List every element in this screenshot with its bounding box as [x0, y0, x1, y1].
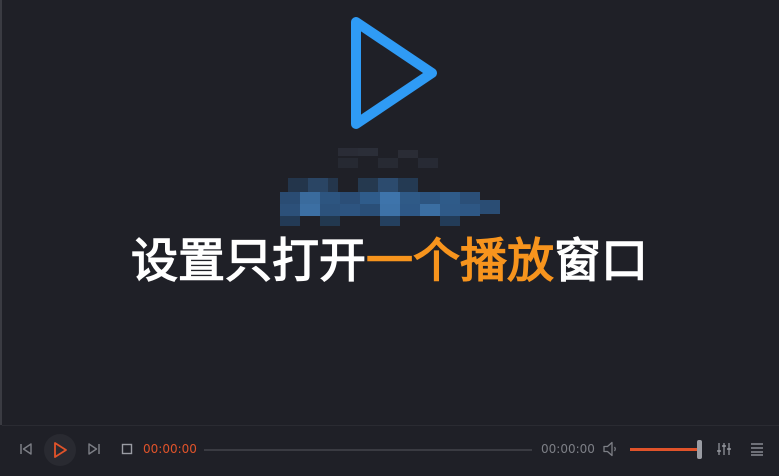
volume-slider-handle[interactable]: [697, 440, 702, 459]
equalizer-icon: [717, 443, 731, 455]
equalizer-button[interactable]: [713, 438, 735, 460]
current-time: 00:00:00: [143, 442, 197, 456]
caption-highlight-2: 播放: [460, 234, 554, 289]
play-button[interactable]: [44, 434, 76, 466]
overlay-caption: 设置只打开一个播放窗口: [0, 232, 779, 292]
volume-icon: [603, 441, 616, 457]
mosaic-blurred-logo: [280, 148, 504, 228]
caption-part-1: 设置只打开: [131, 234, 366, 289]
total-time: 00:00:00: [541, 442, 595, 456]
caption-part-4: 窗口: [554, 234, 648, 289]
play-icon: [54, 442, 67, 458]
caption-highlight-1: 一个: [366, 234, 460, 289]
volume-slider-fill: [630, 448, 702, 451]
volume-button[interactable]: [600, 438, 622, 460]
volume-slider[interactable]: [630, 440, 702, 459]
stop-icon: [121, 443, 133, 455]
video-player-window: 设置只打开一个播放窗口 00:00:00 00:00:00: [0, 0, 779, 476]
control-bar-divider: [2, 425, 779, 426]
stop-button[interactable]: [116, 437, 138, 461]
progress-bar[interactable]: [204, 449, 532, 451]
playlist-menu-button[interactable]: [746, 438, 768, 460]
playlist-menu-icon: [751, 443, 763, 456]
skip-previous-button[interactable]: [14, 437, 38, 461]
skip-next-button[interactable]: [82, 437, 106, 461]
big-play-icon[interactable]: [344, 12, 444, 136]
skip-next-icon: [88, 443, 100, 455]
skip-previous-icon: [20, 443, 32, 455]
